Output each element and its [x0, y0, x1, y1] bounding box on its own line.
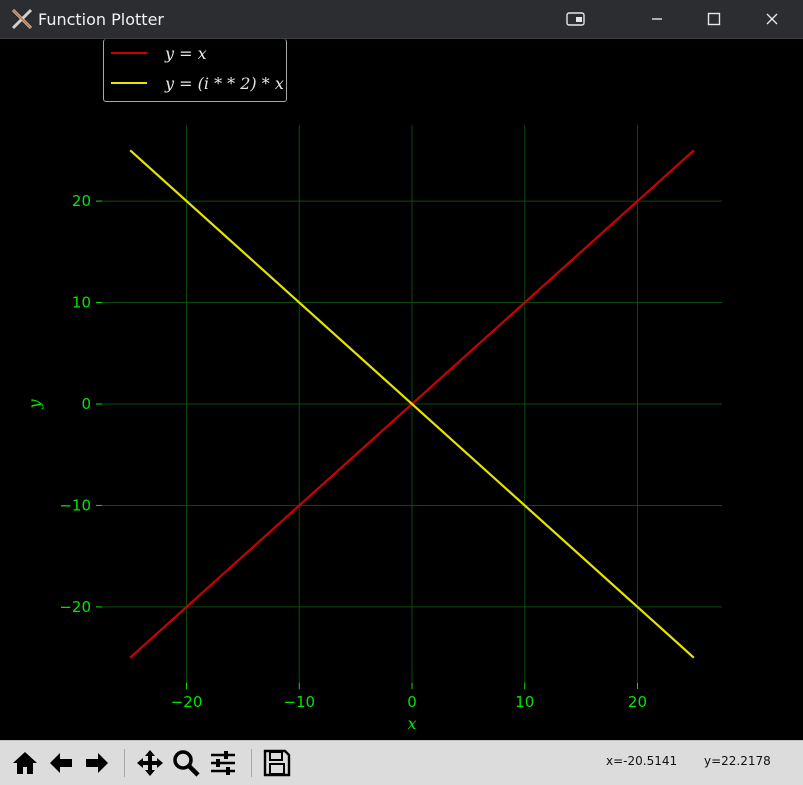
- x-tick-label: −10: [283, 693, 315, 711]
- legend-label: y = (i * * 2) * x: [165, 73, 284, 93]
- legend-swatch: [111, 82, 147, 84]
- cursor-x-readout: x=-20.5141: [606, 754, 678, 768]
- close-button[interactable]: [749, 0, 795, 38]
- minimize-button[interactable]: [634, 0, 680, 38]
- plot-canvas[interactable]: −20 −10 0 10 20 −20 −10 0 10 20 x y y = x y = (i * …: [0, 39, 803, 739]
- y-axis-label: y: [25, 399, 44, 410]
- configure-subplots-icon: [211, 751, 235, 775]
- legend-item: y = x: [104, 42, 207, 64]
- pan-button[interactable]: [134, 747, 166, 779]
- app-logo-icon: [11, 8, 33, 30]
- back-button[interactable]: [45, 747, 77, 779]
- legend: y = x y = (i * * 2) * x: [103, 39, 287, 102]
- toolbar-separator: [124, 749, 125, 777]
- forward-arrow-icon: [86, 753, 108, 773]
- x-tick-label: 20: [628, 693, 647, 711]
- plotter-window: Function Plotter −20 −10 0 10 20 −20 −10 0 10 20 x…: [0, 0, 803, 785]
- home-icon: [13, 752, 37, 774]
- y-tick-label: 0: [81, 395, 91, 413]
- x-tick-label: 10: [515, 693, 534, 711]
- y-tick-label: −10: [59, 496, 91, 514]
- maximize-button[interactable]: [691, 0, 737, 38]
- restore-button[interactable]: [553, 0, 599, 38]
- configure-subplots-button[interactable]: [207, 747, 239, 779]
- legend-swatch: [111, 52, 147, 54]
- y-tick-label: −20: [59, 598, 91, 616]
- back-arrow-icon: [50, 753, 72, 773]
- minimize-icon: [652, 18, 662, 20]
- maximize-icon: [707, 12, 721, 26]
- close-icon: [766, 13, 778, 25]
- toolbar-separator: [251, 749, 252, 777]
- chart: −20 −10 0 10 20 −20 −10 0 10 20 x y: [25, 125, 722, 733]
- zoom-button[interactable]: [170, 747, 202, 779]
- x-tick-label: −20: [171, 693, 203, 711]
- save-button[interactable]: [261, 747, 293, 779]
- navigation-toolbar: x=-20.5141 y=22.2178: [0, 740, 803, 785]
- legend-label: y = x: [165, 43, 207, 63]
- x-axis-label: x: [407, 714, 416, 733]
- window-title: Function Plotter: [38, 9, 164, 29]
- title-bar[interactable]: Function Plotter: [0, 0, 803, 39]
- x-tick-label: 0: [407, 693, 417, 711]
- legend-item: y = (i * * 2) * x: [104, 72, 284, 94]
- restore-icon: [566, 12, 585, 26]
- pan-icon: [137, 750, 163, 776]
- forward-button[interactable]: [81, 747, 113, 779]
- y-tick-label: 20: [72, 192, 91, 210]
- save-icon: [263, 749, 291, 777]
- y-tick-label: 10: [72, 294, 91, 312]
- home-button[interactable]: [9, 747, 41, 779]
- zoom-icon: [173, 750, 200, 777]
- cursor-y-readout: y=22.2178: [704, 754, 771, 768]
